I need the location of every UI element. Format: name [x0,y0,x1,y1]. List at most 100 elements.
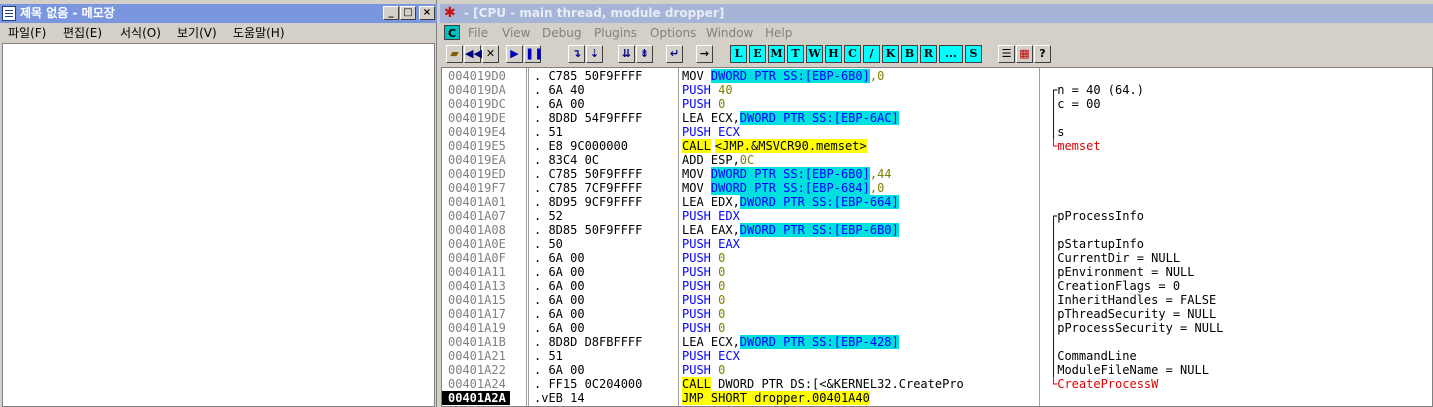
run-trace-button[interactable]: ... [939,45,963,63]
memory-map-button[interactable]: M [768,45,785,63]
close-icon[interactable]: ✕ [482,45,499,63]
disassembly-cell: MOV DWORD PTR SS:[EBP-6B0],44 [682,167,892,181]
executables-button[interactable]: E [749,45,766,63]
table-row[interactable]: 004019E5 . E8 9C000000 CALL <JMP.&MSVCR90.m… [442,139,1432,153]
menu-help[interactable]: 도움말(H) [233,23,285,43]
menu-window[interactable]: Window [706,23,753,43]
opcode-text: PUSH [682,265,719,279]
table-row[interactable]: 00401A13 . 6A 00 PUSH 0 │CreationFlags = 0 [442,279,1432,293]
goto-icon[interactable]: → [696,45,713,63]
opcode-text: MOV [682,181,711,195]
trace-over-icon[interactable]: ⇟ [636,45,653,63]
table-row[interactable]: 004019EA . 83C4 0C ADD ESP,0C [442,153,1432,167]
table-row[interactable]: 00401A0F . 6A 00 PUSH 0 │CurrentDir = NULL [442,251,1432,265]
address-cell: 00401A1B [448,335,506,349]
table-row[interactable]: 004019DC . 6A 00 PUSH 0 │c = 00 [442,97,1432,111]
debugger-menubar: C File View Debug Plugins Options Window… [440,23,1433,43]
run-icon[interactable]: ▶ [506,45,523,63]
table-row[interactable]: 00401A15 . 6A 00 PUSH 0 │InheritHandles = F… [442,293,1432,307]
table-row[interactable]: 00401A08 . 8D85 50F9FFFF LEA EAX,DWORD PTR… [442,223,1432,237]
list-icon[interactable]: ☰ [998,45,1015,63]
hex-dump-cell: . 51 [534,125,563,139]
notepad-text-area[interactable] [2,43,435,407]
step-into-icon[interactable]: ↴ [568,45,585,63]
open-icon[interactable]: ▰ [446,45,463,63]
operand-text: 0 [718,279,726,293]
menu-format[interactable]: 서식(O) [120,23,161,43]
table-row[interactable]: 004019DA . 6A 40 PUSH 40 ┌n = 40 (64.) [442,83,1432,97]
table-row[interactable]: 00401A21 . 51 PUSH ECX │CommandLine [442,349,1432,363]
breakpoints-button[interactable]: B [901,45,918,63]
table-row[interactable]: 00401A1B . 8D8D D8FBFFFF LEA ECX,DWORD PTR… [442,335,1432,349]
opcode-text: MOV [682,167,711,181]
minimize-button[interactable]: _ [383,6,399,20]
cpu-button[interactable]: C [844,45,861,63]
maximize-button[interactable]: □ [400,6,416,20]
menu-help[interactable]: Help [765,23,792,43]
disassembly-cell: PUSH 0 [682,321,725,335]
menu-debug[interactable]: Debug [542,23,581,43]
menu-file[interactable]: 파일(F) [8,23,46,43]
table-row[interactable]: 00401A01 . 8D95 9CF9FFFF LEA EDX,DWORD PTR… [442,195,1432,209]
table-row[interactable]: 004019F7 . C785 7CF9FFFF MOV DWORD PTR SS:… [442,181,1432,195]
log-window-button[interactable]: L [730,45,747,63]
hex-dump-cell: . C785 7CF9FFFF [534,181,643,195]
table-row[interactable]: 004019ED . C785 50F9FFFF MOV DWORD PTR SS:… [442,167,1432,181]
disassembly-cell: ADD ESP,0C [682,153,754,167]
opcode-text: PUSH [682,307,719,321]
hex-dump-cell: . 6A 00 [534,279,585,293]
windows-button[interactable]: W [806,45,823,63]
threads-button[interactable]: T [787,45,804,63]
menu-view[interactable]: 보기(V) [177,23,217,43]
execute-till-return-icon[interactable]: ↵ [666,45,683,63]
opcode-text: LEA ECX, [682,111,740,125]
table-row[interactable]: 004019E4 . 51 PUSH ECX │s [442,125,1432,139]
table-row[interactable]: 00401A19 . 6A 00 PUSH 0 │pProcessSecurity =… [442,321,1432,335]
operand-text: 0 [718,307,726,321]
table-row[interactable]: 00401A2A .vEB 14 JMP SHORT dropper.00401A4… [442,391,1432,405]
address-cell: 00401A15 [448,293,506,307]
hex-dump-cell: . 6A 00 [534,307,585,321]
trace-into-icon[interactable]: ⇊ [618,45,635,63]
opcode-text: PUSH ECX [682,125,740,139]
help-icon[interactable]: ? [1034,45,1051,63]
table-row[interactable]: 004019DE . 8D8D 54F9FFFF LEA ECX,DWORD PTR… [442,111,1432,125]
disassembly-cell: LEA ECX,DWORD PTR SS:[EBP-6AC] [682,111,899,125]
rewind-icon[interactable]: ◀◀ [464,45,482,63]
pause-icon[interactable]: ❚❚ [524,45,543,63]
comment-cell: │CurrentDir = NULL [1050,251,1181,265]
disassembly-pane[interactable]: 004019D0 . C785 50F9FFFF MOV DWORD PTR SS:… [441,67,1433,407]
table-row[interactable]: 00401A07 . 52 PUSH EDX ┌pProcessInfo [442,209,1432,223]
source-button[interactable]: S [965,45,982,63]
references-button[interactable]: R [920,45,937,63]
menu-plugins[interactable]: Plugins [594,23,637,43]
opcode-text: LEA ECX, [682,335,740,349]
address-cell: 00401A19 [448,321,506,335]
menu-file[interactable]: File [468,23,488,43]
table-row[interactable]: 004019D0 . C785 50F9FFFF MOV DWORD PTR SS:… [442,69,1432,83]
table-row[interactable]: 00401A17 . 6A 00 PUSH 0 │pThreadSecurity = … [442,307,1432,321]
table-row[interactable]: 00401A24 . FF15 0C204000 CALL DWORD PTR DS… [442,377,1432,391]
table-row[interactable]: 00401A0E . 50 PUSH EAX │pStartupInfo [442,237,1432,251]
handles-button[interactable]: H [825,45,842,63]
cpu-window-icon[interactable]: C [444,25,460,40]
call-stack-button[interactable]: K [882,45,899,63]
close-button[interactable]: × [419,6,435,20]
patches-button[interactable]: / [863,45,880,63]
address-cell: 004019ED [448,167,506,181]
menu-edit[interactable]: 편집(E) [63,23,102,43]
operand-highlight: DWORD PTR SS:[EBP-664] [739,195,899,209]
menu-options[interactable]: Options [650,23,696,43]
menu-view[interactable]: View [502,23,530,43]
comment-cell: │ [1050,223,1058,237]
opcode-text: PUSH [682,363,719,377]
table-row[interactable]: 00401A11 . 6A 00 PUSH 0 │pEnvironment = NUL… [442,265,1432,279]
step-over-icon[interactable]: ⇣ [586,45,603,63]
table-row[interactable]: 00401A22 . 6A 00 PUSH 0 │ModuleFileName = N… [442,363,1432,377]
notepad-icon [2,6,16,21]
hex-dump-cell: . 6A 00 [534,251,585,265]
grid-icon[interactable]: ▦ [1016,45,1033,63]
hex-dump-cell: . 8D85 50F9FFFF [534,223,643,237]
address-cell: 00401A11 [448,265,506,279]
opcode-text: CALL [682,377,711,391]
